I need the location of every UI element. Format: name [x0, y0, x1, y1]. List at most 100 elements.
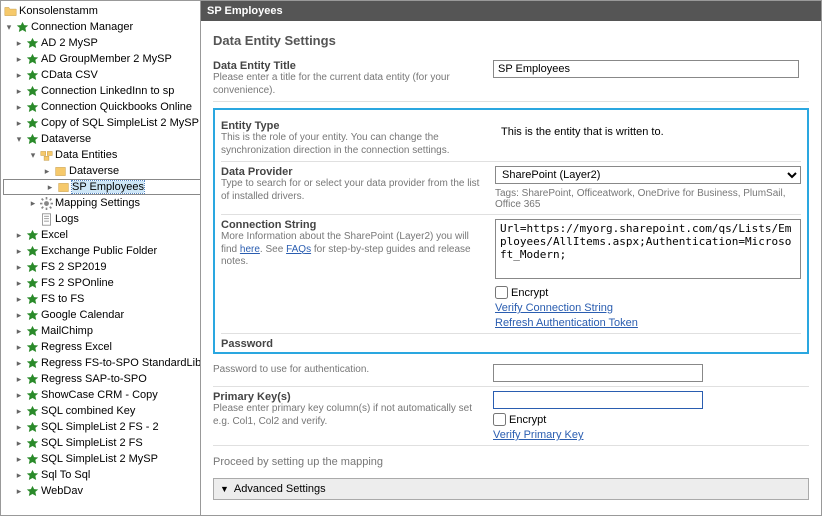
proceed-text: Proceed by setting up the mapping	[213, 446, 809, 478]
expander-icon[interactable]: ▾	[13, 134, 25, 145]
tree-connection-item[interactable]: ▸Connection Quickbooks Online	[3, 99, 200, 115]
tree-connection-item[interactable]: ▸Sql To Sql	[3, 467, 200, 483]
tree-mapping-settings[interactable]: ▸ Mapping Settings	[3, 195, 200, 211]
tree-connection-item[interactable]: ▸FS 2 SP2019	[3, 259, 200, 275]
tree-connection-item[interactable]: ▸MailChimp	[3, 323, 200, 339]
expander-icon[interactable]: ▸	[13, 454, 25, 465]
tree-logs[interactable]: Logs	[3, 211, 200, 227]
tree-connection-item[interactable]: ▸FS 2 SPOnline	[3, 275, 200, 291]
tree-entity-sp-employees[interactable]: ▸ SP Employees	[3, 179, 201, 195]
expander-icon[interactable]: ▸	[13, 262, 25, 273]
field-entity-type: Entity Type This is the role of your ent…	[221, 116, 801, 162]
select-data-provider[interactable]: SharePoint (Layer2)	[495, 166, 801, 184]
tree-connection-item[interactable]: ▸AD 2 MySP	[3, 35, 200, 51]
app-root: Konsolenstamm ▾ Connection Manager ▸AD 2…	[1, 1, 821, 515]
input-primary-key[interactable]	[493, 391, 703, 409]
tree-connection-item[interactable]: ▸SQL SimpleList 2 FS	[3, 435, 200, 451]
link-verify-pk[interactable]: Verify Primary Key	[493, 429, 809, 441]
expander-icon[interactable]: ▾	[3, 22, 15, 33]
star-icon	[25, 356, 39, 370]
expander-icon[interactable]: ▸	[41, 166, 53, 177]
tree-connection-manager[interactable]: ▾ Connection Manager	[3, 19, 200, 35]
tree-data-entities[interactable]: ▾ Data Entities	[3, 147, 200, 163]
expander-icon[interactable]: ▸	[13, 422, 25, 433]
star-icon	[25, 436, 39, 450]
expander-icon[interactable]: ▸	[13, 438, 25, 449]
expander-icon[interactable]: ▸	[27, 198, 39, 209]
sidebar-tree[interactable]: Konsolenstamm ▾ Connection Manager ▸AD 2…	[1, 1, 201, 515]
tree-connection-item[interactable]: ▸WebDav	[3, 483, 200, 499]
desc-data-provider: Type to search for or select your data p…	[221, 178, 487, 203]
input-password[interactable]	[493, 364, 703, 382]
expander-icon[interactable]: ▸	[13, 70, 25, 81]
tree-connection-item[interactable]: ▸FS to FS	[3, 291, 200, 307]
link-refresh-token[interactable]: Refresh Authentication Token	[495, 317, 801, 329]
label-conn-string: Connection String	[221, 219, 487, 231]
expander-icon[interactable]: ▸	[13, 278, 25, 289]
star-icon	[25, 260, 39, 274]
expander-icon[interactable]: ▸	[13, 230, 25, 241]
input-entity-title[interactable]	[493, 60, 799, 78]
expander-icon[interactable]: ▸	[13, 118, 25, 129]
label-password: Password	[221, 338, 493, 350]
expander-icon[interactable]: ▸	[13, 358, 25, 369]
tree-dataverse[interactable]: ▾ Dataverse	[3, 131, 200, 147]
tree-connection-item[interactable]: ▸CData CSV	[3, 67, 200, 83]
folder-icon	[3, 4, 17, 18]
expander-icon[interactable]: ▸	[13, 294, 25, 305]
star-icon	[25, 308, 39, 322]
expander-icon[interactable]: ▸	[13, 246, 25, 257]
star-icon	[25, 36, 39, 50]
tree-connection-item[interactable]: ▸Connection LinkedInn to sp	[3, 83, 200, 99]
tree-connection-item[interactable]: ▸AD GroupMember 2 MySP	[3, 51, 200, 67]
expander-icon[interactable]: ▸	[13, 486, 25, 497]
link-verify-conn[interactable]: Verify Connection String	[495, 302, 801, 314]
expander-icon[interactable]: ▸	[13, 390, 25, 401]
tree-connection-item[interactable]: ▸Copy of SQL SimpleList 2 MySP	[3, 115, 200, 131]
star-icon	[25, 420, 39, 434]
expander-icon[interactable]: ▸	[13, 406, 25, 417]
field-connection-string: Connection String More Information about…	[221, 215, 801, 334]
tree-connection-item[interactable]: ▸SQL SimpleList 2 MySP	[3, 451, 200, 467]
expander-icon[interactable]: ▸	[13, 38, 25, 49]
expander-icon[interactable]: ▸	[13, 342, 25, 353]
tree-connection-item[interactable]: ▸Regress Excel	[3, 339, 200, 355]
tree-connection-item[interactable]: ▸SQL combined Key	[3, 403, 200, 419]
entities-icon	[39, 148, 53, 162]
star-icon	[25, 372, 39, 386]
tree-connection-item[interactable]: ▸ShowCase CRM - Copy	[3, 387, 200, 403]
star-icon	[25, 52, 39, 66]
expander-icon[interactable]: ▸	[44, 182, 56, 193]
tree-connection-item[interactable]: ▸Regress FS-to-SPO StandardLibrary	[3, 355, 200, 371]
field-data-provider: Data Provider Type to search for or sele…	[221, 162, 801, 215]
tree-root[interactable]: Konsolenstamm	[3, 3, 200, 19]
textarea-conn-string[interactable]	[495, 219, 801, 279]
log-icon	[39, 212, 53, 226]
expander-icon[interactable]: ▸	[13, 86, 25, 97]
checkbox-encrypt-pk[interactable]: Encrypt	[493, 413, 809, 426]
triangle-down-icon: ▼	[220, 484, 229, 494]
checkbox-encrypt-cs[interactable]: Encrypt	[495, 286, 801, 299]
tree-connection-item[interactable]: ▸Google Calendar	[3, 307, 200, 323]
expander-icon[interactable]: ▸	[13, 374, 25, 385]
tree-connection-item[interactable]: ▸SQL SimpleList 2 FS - 2	[3, 419, 200, 435]
highlight-box: Entity Type This is the role of your ent…	[213, 108, 809, 354]
expander-icon[interactable]: ▸	[13, 102, 25, 113]
tree-entity-dataverse[interactable]: ▸ Dataverse	[3, 163, 200, 179]
star-icon	[25, 324, 39, 338]
expander-icon[interactable]: ▸	[13, 54, 25, 65]
expander-icon[interactable]: ▸	[13, 470, 25, 481]
expander-icon[interactable]: ▸	[13, 326, 25, 337]
tree-connection-item[interactable]: ▸Exchange Public Folder	[3, 243, 200, 259]
star-icon	[25, 276, 39, 290]
label-data-provider: Data Provider	[221, 166, 487, 178]
link-here[interactable]: here	[240, 244, 260, 255]
link-faqs[interactable]: FAQs	[286, 244, 311, 255]
expander-icon[interactable]: ▸	[13, 310, 25, 321]
advanced-settings-toggle[interactable]: ▼ Advanced Settings	[213, 478, 809, 500]
tree-connection-item[interactable]: ▸Excel	[3, 227, 200, 243]
titlebar: SP Employees	[201, 1, 821, 21]
star-icon	[25, 340, 39, 354]
tree-connection-item[interactable]: ▸Regress SAP-to-SPO	[3, 371, 200, 387]
expander-icon[interactable]: ▾	[27, 150, 39, 161]
